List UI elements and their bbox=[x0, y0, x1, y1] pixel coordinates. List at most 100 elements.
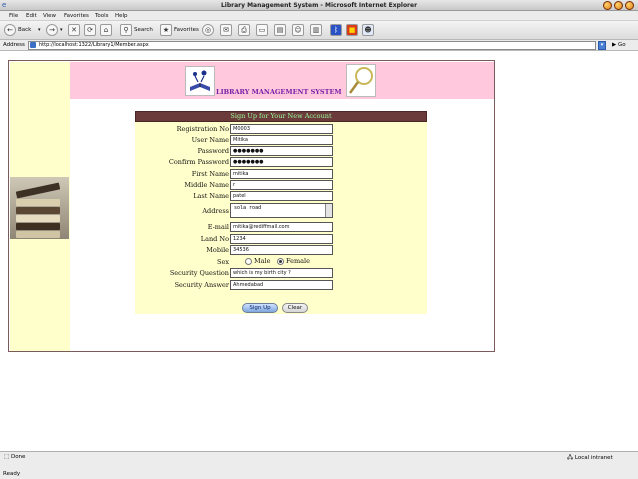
land-no-row: Land No 1234 bbox=[135, 234, 427, 245]
minimize-button[interactable] bbox=[603, 1, 612, 10]
research-icon[interactable]: ▥ bbox=[310, 24, 322, 36]
books-image bbox=[10, 177, 69, 239]
user-name-row: User Name Mitika bbox=[135, 135, 427, 146]
menu-bar: File Edit View Favorites Tools Help bbox=[0, 11, 638, 21]
last-name-row: Last Name patel bbox=[135, 191, 427, 202]
middle-name-field[interactable]: r bbox=[230, 180, 333, 190]
mobile-label: Mobile bbox=[206, 246, 229, 254]
password-row: Password ●●●●●●● bbox=[135, 146, 427, 157]
search-icon[interactable]: ⚲ bbox=[120, 24, 132, 36]
first-name-label: First Name bbox=[191, 170, 229, 178]
middle-name-row: Middle Name r bbox=[135, 180, 427, 191]
address-row: Address sola road bbox=[135, 203, 427, 219]
female-radio[interactable] bbox=[277, 258, 284, 265]
menu-view[interactable]: View bbox=[43, 13, 56, 19]
password-field[interactable]: ●●●●●●● bbox=[230, 146, 333, 156]
confirm-password-field[interactable]: ●●●●●●● bbox=[230, 157, 333, 167]
clear-button[interactable]: Clear bbox=[282, 303, 308, 313]
app-title: LIBRARY MANAGEMENT SYSTEM bbox=[216, 88, 342, 96]
page-frame: LIBRARY MANAGEMENT SYSTEM Sign Up for Yo… bbox=[8, 60, 495, 352]
email-row: E-mail mitika@rediffmail.com bbox=[135, 222, 427, 233]
zone-indicator: 🖧 Local intranet bbox=[567, 455, 613, 461]
users-icon[interactable]: ☻ bbox=[362, 24, 374, 36]
print-icon[interactable]: ⎙ bbox=[238, 24, 250, 36]
menu-edit[interactable]: Edit bbox=[26, 13, 37, 19]
forward-icon[interactable]: → bbox=[46, 24, 58, 36]
close-button[interactable] bbox=[625, 1, 634, 10]
first-name-field[interactable]: mitika bbox=[230, 169, 333, 179]
user-name-label: User Name bbox=[191, 136, 229, 144]
back-button-label[interactable]: Back bbox=[18, 25, 31, 36]
confirm-password-label: Confirm Password bbox=[168, 158, 229, 166]
page-viewport: LIBRARY MANAGEMENT SYSTEM Sign Up for Yo… bbox=[0, 51, 638, 451]
security-answer-label: Security Answer bbox=[174, 281, 229, 289]
address-scrollbar[interactable] bbox=[325, 204, 332, 217]
signup-form: Sign Up for Your New Account Registratio… bbox=[135, 111, 427, 314]
female-radio-label[interactable]: Female bbox=[286, 257, 310, 265]
maximize-button[interactable] bbox=[614, 1, 623, 10]
password-label: Password bbox=[197, 147, 229, 155]
reading-logo-image bbox=[185, 66, 215, 96]
menu-file[interactable]: File bbox=[9, 13, 18, 19]
favorites-button-label[interactable]: Favorites bbox=[174, 25, 199, 36]
favorites-icon[interactable]: ★ bbox=[160, 24, 172, 36]
messenger-icon[interactable]: ☺ bbox=[292, 24, 304, 36]
sign-up-button[interactable]: Sign Up bbox=[242, 303, 278, 313]
go-label: Go bbox=[617, 42, 626, 48]
status-bar: ⬚ Done 🖧 Local intranet Ready bbox=[0, 451, 638, 479]
male-radio[interactable] bbox=[245, 258, 252, 265]
land-no-label: Land No bbox=[200, 235, 229, 243]
stop-icon[interactable]: ✕ bbox=[68, 24, 80, 36]
magnifier-logo-image bbox=[346, 64, 376, 97]
toolbar-addon-icon[interactable]: ■ bbox=[346, 24, 358, 36]
registration-no-row: Registration No M0003 bbox=[135, 124, 427, 135]
search-button-label[interactable]: Search bbox=[134, 25, 153, 36]
email-label: E-mail bbox=[207, 223, 229, 231]
registration-no-field[interactable]: M0003 bbox=[230, 124, 333, 134]
menu-help[interactable]: Help bbox=[115, 13, 128, 19]
address-dropdown-icon[interactable]: ▾ bbox=[598, 41, 606, 50]
address-bar: Address http://localhost:1322/Library1/M… bbox=[0, 40, 638, 51]
first-name-row: First Name mitika bbox=[135, 169, 427, 180]
back-dropdown-icon[interactable]: ▾ bbox=[38, 25, 41, 36]
last-name-label: Last Name bbox=[193, 192, 229, 200]
address-textarea[interactable]: sola road bbox=[230, 203, 333, 218]
home-icon[interactable]: ⌂ bbox=[100, 24, 112, 36]
status-done-label: Done bbox=[10, 454, 26, 460]
refresh-icon[interactable]: ⟳ bbox=[84, 24, 96, 36]
go-button[interactable]: ▶ Go bbox=[612, 42, 626, 48]
male-radio-label[interactable]: Male bbox=[254, 257, 270, 265]
mobile-row: Mobile 34536 bbox=[135, 245, 427, 256]
user-name-field[interactable]: Mitika bbox=[230, 135, 333, 145]
title-bar: e Library Management System - Microsoft … bbox=[0, 0, 638, 11]
back-icon[interactable]: ← bbox=[4, 24, 16, 36]
menu-favorites[interactable]: Favorites bbox=[64, 13, 89, 19]
browser-window: e Library Management System - Microsoft … bbox=[0, 0, 638, 479]
bluetooth-icon[interactable]: ᛒ bbox=[330, 24, 342, 36]
window-title: Library Management System - Microsoft In… bbox=[220, 2, 418, 9]
menu-tools[interactable]: Tools bbox=[95, 13, 109, 19]
form-title: Sign Up for Your New Account bbox=[135, 111, 427, 122]
land-no-field[interactable]: 1234 bbox=[230, 234, 333, 244]
sex-row: Sex Male Female bbox=[135, 257, 427, 268]
zone-label: Local intranet bbox=[574, 455, 613, 461]
page-icon bbox=[30, 42, 36, 48]
edit-icon[interactable]: ▭ bbox=[256, 24, 268, 36]
mobile-field[interactable]: 34536 bbox=[230, 245, 333, 255]
discuss-icon[interactable]: ▤ bbox=[274, 24, 286, 36]
address-input[interactable]: http://localhost:1322/Library1/Member.as… bbox=[28, 41, 596, 50]
forward-dropdown-icon[interactable]: ▾ bbox=[60, 25, 63, 36]
security-question-row: Security Question which is my birth city… bbox=[135, 268, 427, 279]
email-field[interactable]: mitika@rediffmail.com bbox=[230, 222, 333, 232]
address-field-label: Address bbox=[202, 207, 229, 215]
security-answer-field[interactable]: Ahmedabad bbox=[230, 280, 333, 290]
security-answer-row: Security Answer Ahmedabad bbox=[135, 280, 427, 291]
security-question-label: Security Question bbox=[169, 269, 229, 277]
last-name-field[interactable]: patel bbox=[230, 191, 333, 201]
media-icon[interactable]: ◎ bbox=[202, 24, 214, 36]
address-text: sola road bbox=[234, 205, 262, 211]
toolbar: ← Back ▾ → ▾ ✕ ⟳ ⌂ ⚲ Search ★ Favorites … bbox=[0, 21, 638, 40]
ready-text: Ready bbox=[3, 471, 21, 477]
security-question-field[interactable]: which is my birth city ? bbox=[230, 268, 333, 278]
mail-icon[interactable]: ✉ bbox=[220, 24, 232, 36]
